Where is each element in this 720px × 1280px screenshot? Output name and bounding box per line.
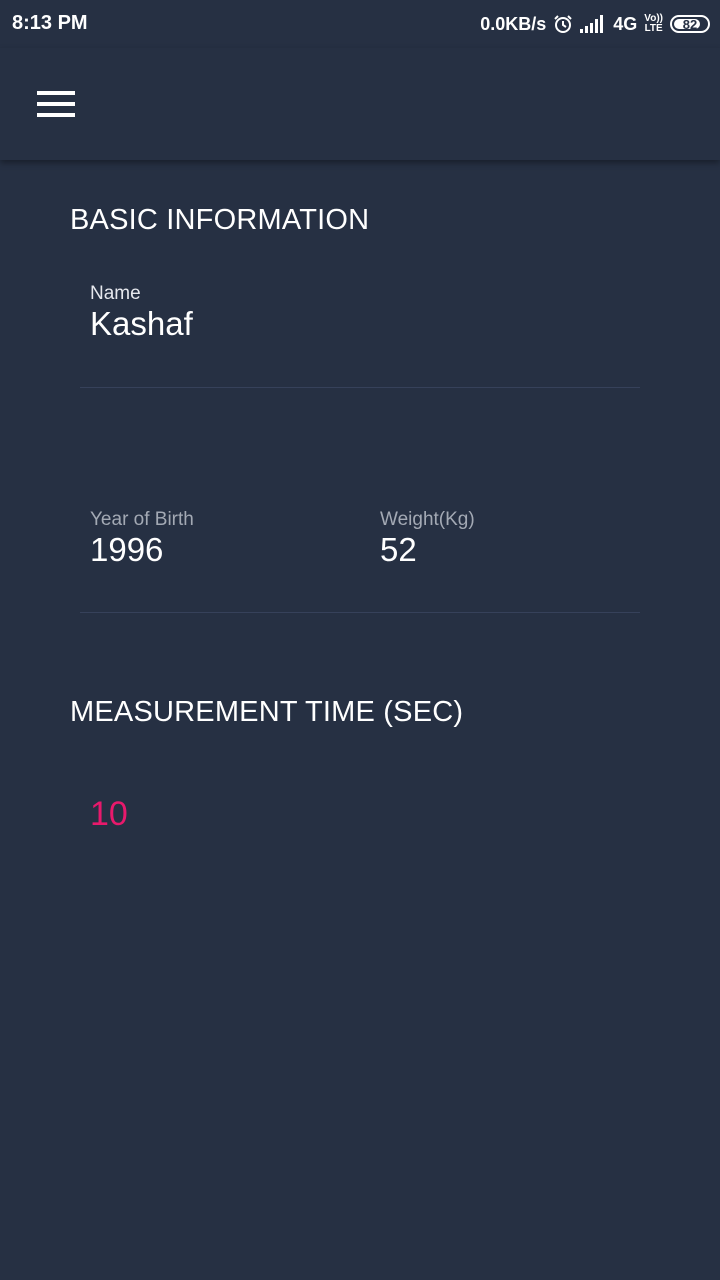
status-bar: 8:13 PM 0.0KB/s 4G Vo)) LTE 82 xyxy=(0,0,720,48)
signal-icon xyxy=(580,15,606,33)
hamburger-menu-icon[interactable] xyxy=(28,78,84,130)
name-value[interactable]: Kashaf xyxy=(90,305,193,343)
volte-icon: Vo)) LTE xyxy=(644,14,663,34)
name-label: Name xyxy=(90,283,141,304)
alarm-icon xyxy=(553,14,573,34)
network-type: 4G xyxy=(613,13,638,34)
app-bar xyxy=(0,48,720,160)
battery-percent: 82 xyxy=(682,16,698,32)
status-icons: 0.0KB/s 4G Vo)) LTE 82 xyxy=(480,11,710,37)
basic-info-title: BASIC INFORMATION xyxy=(70,204,370,236)
year-of-birth-value[interactable]: 1996 xyxy=(90,531,163,569)
network-speed: 0.0KB/s xyxy=(480,13,547,34)
volte-line2: LTE xyxy=(644,23,663,34)
status-time: 8:13 PM xyxy=(12,12,88,34)
birth-weight-divider xyxy=(80,612,640,613)
measurement-time-value[interactable]: 10 xyxy=(90,795,128,834)
measurement-time-title: MEASUREMENT TIME (SEC) xyxy=(70,696,464,728)
name-divider xyxy=(80,387,640,388)
weight-label: Weight(Kg) xyxy=(380,509,475,530)
year-of-birth-label: Year of Birth xyxy=(90,509,194,530)
battery-icon: 82 xyxy=(670,15,710,33)
weight-value[interactable]: 52 xyxy=(380,531,417,569)
